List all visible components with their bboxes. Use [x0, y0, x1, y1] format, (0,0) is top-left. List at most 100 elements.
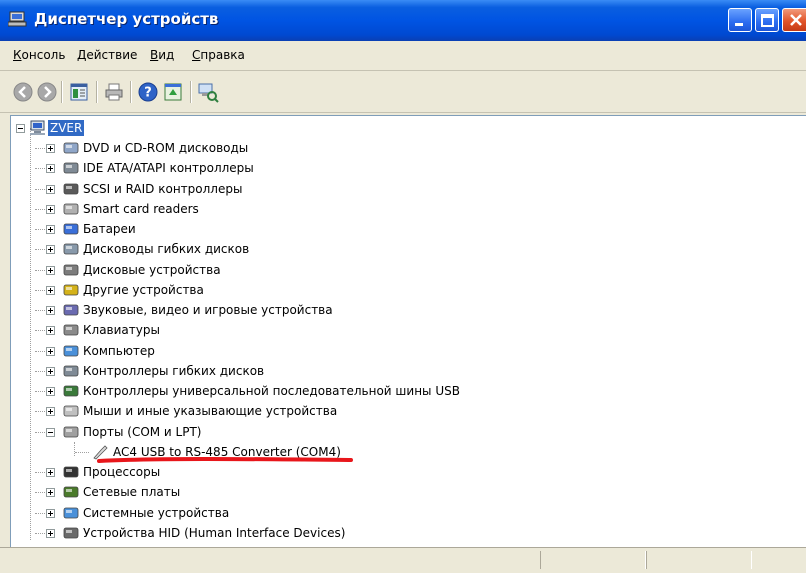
menu-view[interactable]: Вид: [150, 48, 174, 62]
expand-toggle[interactable]: [46, 306, 55, 315]
window-title: Диспетчер устройств: [34, 10, 219, 28]
status-cell: [540, 551, 646, 569]
maximize-icon: [761, 14, 774, 27]
toolbar: ?: [0, 72, 806, 112]
tree-category-item[interactable]: Контроллеры универсальной последовательн…: [11, 381, 791, 401]
expand-toggle[interactable]: [46, 205, 55, 214]
expand-toggle[interactable]: [46, 245, 55, 254]
menu-console[interactable]: Консоль: [13, 48, 65, 62]
close-button[interactable]: [782, 8, 806, 32]
device-category-label: Процессоры: [83, 465, 161, 479]
device-category-icon: [63, 324, 79, 336]
back-icon[interactable]: [12, 81, 34, 103]
device-category-label: Smart card readers: [83, 202, 199, 216]
tree-category-item[interactable]: Процессоры: [11, 462, 791, 482]
expand-toggle[interactable]: [46, 225, 55, 234]
expand-toggle[interactable]: [46, 347, 55, 356]
tree-category-item[interactable]: Дисковые устройства: [11, 260, 791, 280]
tree-category-item[interactable]: Клавиатуры: [11, 320, 791, 340]
tree-category-item[interactable]: Сетевые платы: [11, 482, 791, 502]
device-category-icon: [63, 223, 79, 235]
maximize-button[interactable]: [755, 8, 779, 32]
expand-toggle[interactable]: [46, 185, 55, 194]
device-category-label: Дисковые устройства: [83, 263, 221, 277]
tree-category-item[interactable]: Устройства HID (Human Interface Devices): [11, 523, 791, 543]
menu-help[interactable]: Справка: [192, 48, 245, 62]
device-category-label: Системные устройства: [83, 506, 230, 520]
expand-toggle[interactable]: [46, 529, 55, 538]
tree-category-item[interactable]: Компьютер: [11, 341, 791, 361]
forward-icon[interactable]: [36, 81, 58, 103]
tree-category-item[interactable]: Батареи: [11, 219, 791, 239]
tree-category-item[interactable]: SCSI и RAID контроллеры: [11, 179, 791, 199]
tree-category-item[interactable]: DVD и CD-ROM дисководы: [11, 138, 791, 158]
expand-toggle[interactable]: [46, 266, 55, 275]
tree-category-item[interactable]: IDE ATA/ATAPI контроллеры: [11, 158, 791, 178]
toolbar-separator: [61, 81, 63, 103]
expand-toggle[interactable]: [46, 164, 55, 173]
update-icon[interactable]: [162, 81, 184, 103]
expand-toggle[interactable]: [46, 468, 55, 477]
menu-action[interactable]: Действие: [77, 48, 137, 62]
device-category-label: Сетевые платы: [83, 485, 181, 499]
expand-toggle[interactable]: [46, 367, 55, 376]
print-icon[interactable]: [103, 81, 125, 103]
minimize-icon: [735, 23, 743, 26]
tree-root[interactable]: ZVER: [11, 118, 791, 138]
device-category-icon: [63, 507, 79, 519]
device-category-label: Батареи: [83, 222, 136, 236]
device-category-icon: [63, 486, 79, 498]
tree-category-item[interactable]: Другие устройства: [11, 280, 791, 300]
toolbar-separator: [130, 81, 132, 103]
device-category-icon: [63, 284, 79, 296]
title-bar[interactable]: Диспетчер устройств: [0, 0, 806, 41]
tree-category-item[interactable]: Порты (COM и LPT): [11, 422, 791, 442]
expand-toggle[interactable]: [46, 509, 55, 518]
tree-root-label: ZVER: [48, 120, 85, 136]
device-category-icon: [63, 203, 79, 215]
status-bar: [0, 547, 806, 573]
device-category-label: Звуковые, видео и игровые устройства: [83, 303, 333, 317]
tree-category-item[interactable]: Мыши и иные указывающие устройства: [11, 401, 791, 421]
tree-category-item[interactable]: Дисководы гибких дисков: [11, 239, 791, 259]
collapse-toggle[interactable]: [46, 428, 55, 437]
device-category-label: Другие устройства: [83, 283, 204, 297]
collapse-root-toggle[interactable]: [16, 124, 25, 133]
status-cell: [646, 551, 752, 569]
expand-toggle[interactable]: [46, 286, 55, 295]
device-category-label: Устройства HID (Human Interface Devices): [83, 526, 346, 540]
tree-category-item[interactable]: Контроллеры гибких дисков: [11, 361, 791, 381]
svg-text:?: ?: [144, 86, 152, 101]
minimize-button[interactable]: [728, 8, 752, 32]
device-category-icon: [63, 264, 79, 276]
properties-icon[interactable]: [68, 81, 90, 103]
device-category-label: DVD и CD-ROM дисководы: [83, 141, 249, 155]
device-category-icon: [63, 385, 79, 397]
expand-toggle[interactable]: [46, 387, 55, 396]
computer-icon: [30, 120, 45, 135]
device-tree-pane[interactable]: ZVER DVD и CD-ROM дисководы IDE ATA/ATAPI…: [10, 115, 806, 548]
device-category-icon: [63, 466, 79, 478]
expand-toggle[interactable]: [46, 407, 55, 416]
device-category-icon: [63, 527, 79, 539]
expand-toggle[interactable]: [46, 326, 55, 335]
tree-category-item[interactable]: Звуковые, видео и игровые устройства: [11, 300, 791, 320]
tree-category-item[interactable]: Системные устройства: [11, 503, 791, 523]
menu-separator: [0, 70, 806, 71]
device-manager-window: Диспетчер устройств Консоль Действие Вид…: [0, 0, 806, 573]
device-category-label: Контроллеры универсальной последовательн…: [83, 384, 460, 398]
close-icon: [790, 14, 802, 26]
tree-branch-line: [75, 452, 89, 453]
device-category-icon: [63, 405, 79, 417]
device-category-icon: [63, 345, 79, 357]
toolbar-separator-line: [0, 112, 806, 113]
toolbar-separator: [190, 81, 192, 103]
expand-toggle[interactable]: [46, 144, 55, 153]
expand-toggle[interactable]: [46, 488, 55, 497]
device-category-icon: [63, 304, 79, 316]
device-category-label: Дисководы гибких дисков: [83, 242, 250, 256]
scan-hardware-icon[interactable]: [197, 81, 219, 103]
device-category-label: IDE ATA/ATAPI контроллеры: [83, 161, 254, 175]
help-icon[interactable]: ?: [137, 81, 159, 103]
tree-category-item[interactable]: Smart card readers: [11, 199, 791, 219]
